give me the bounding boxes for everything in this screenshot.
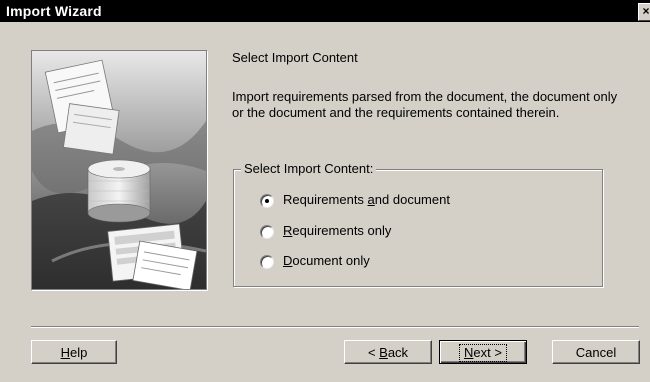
groupbox-label: Select Import Content: [241,161,377,176]
radio-button-selected[interactable] [260,194,274,208]
radio-button[interactable] [260,225,274,239]
next-button[interactable]: Next > [439,340,527,364]
radio-label[interactable]: Document only [283,253,370,268]
documents-and-disc-illustration [32,51,206,289]
help-button[interactable]: Help [31,340,117,364]
title-bar: Import Wizard × [0,0,650,22]
radio-button[interactable] [260,255,274,269]
cancel-button[interactable]: Cancel [552,340,640,364]
close-icon[interactable]: × [638,3,650,21]
radio-selected-dot [265,199,269,203]
window-title: Import Wizard [6,3,102,19]
page-heading: Select Import Content [232,50,358,65]
import-wizard-window: Import Wizard × Select Import Content Im… [0,0,650,382]
radio-label[interactable]: Requirements and document [283,192,450,207]
focus-rect: Next > [459,344,507,362]
page-description: Import requirements parsed from the docu… [232,89,618,120]
radio-label[interactable]: Requirements only [283,223,391,238]
footer-separator [31,326,639,328]
back-button[interactable]: < Back [344,340,432,364]
wizard-illustration [31,50,207,290]
